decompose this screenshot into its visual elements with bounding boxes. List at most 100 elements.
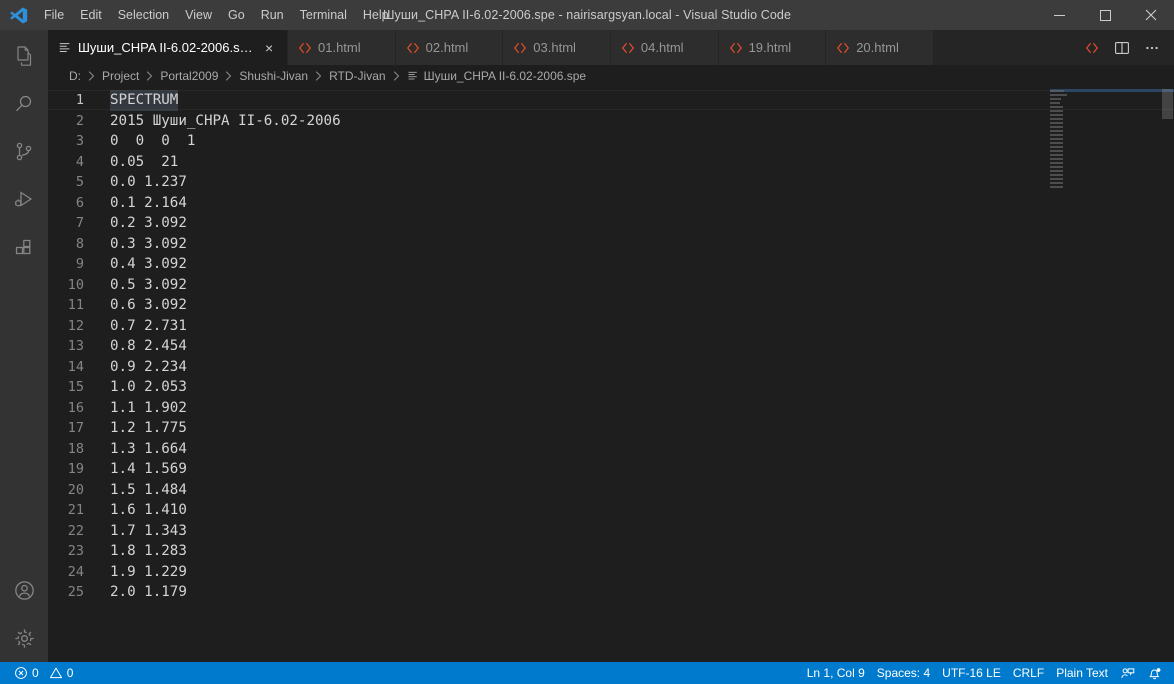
chevron-right-icon xyxy=(314,70,323,82)
code-line[interactable]: 10 0.5 3.092 xyxy=(48,275,1174,296)
code-line[interactable]: 1 SPECTRUM xyxy=(48,90,1174,111)
more-actions-button[interactable] xyxy=(1138,34,1166,62)
status-indentation[interactable]: Spaces: 4 xyxy=(871,662,936,684)
line-number: 25 xyxy=(67,584,84,600)
menu-view[interactable]: View xyxy=(177,0,220,30)
code-line[interactable]: 17 1.2 1.775 xyxy=(48,418,1174,439)
tab-bar: Шуши_CHPA II-6.02-2006.spe × 01.html × xyxy=(48,30,1174,65)
status-feedback-button[interactable] xyxy=(1114,662,1141,684)
code-content: 1 SPECTRUM 2 2015 Шуши_CHPA II-6.02-2006… xyxy=(48,87,1174,603)
editor-vertical-scrollbar[interactable] xyxy=(1160,87,1174,662)
html-file-icon xyxy=(513,41,527,55)
code-line[interactable]: 14 0.9 2.234 xyxy=(48,357,1174,378)
tab-02-html[interactable]: 02.html × xyxy=(395,30,504,65)
activitybar-item-settings[interactable] xyxy=(0,614,48,662)
activitybar-item-accounts[interactable] xyxy=(0,566,48,614)
scrollbar-thumb[interactable] xyxy=(1162,89,1173,119)
status-bar-left: 0 0 xyxy=(0,662,79,684)
tab-label: 04.html xyxy=(640,40,684,55)
activitybar-item-explorer[interactable] xyxy=(0,32,48,80)
split-editor-icon xyxy=(1114,40,1130,56)
overflow-html-icon[interactable] xyxy=(1078,34,1106,62)
line-text: 1.9 1.229 xyxy=(110,563,187,580)
activity-bar xyxy=(0,30,48,662)
status-problems[interactable]: 0 0 xyxy=(8,662,79,684)
code-line[interactable]: 11 0.6 3.092 xyxy=(48,295,1174,316)
status-encoding[interactable]: UTF-16 LE xyxy=(936,662,1007,684)
code-line[interactable]: 7 0.2 3.092 xyxy=(48,213,1174,234)
text-editor[interactable]: 1 SPECTRUM 2 2015 Шуши_CHPA II-6.02-2006… xyxy=(48,87,1174,662)
warning-count: 0 xyxy=(66,666,74,680)
menu-run[interactable]: Run xyxy=(253,0,292,30)
code-line[interactable]: 9 0.4 3.092 xyxy=(48,254,1174,275)
plain-text-file-icon xyxy=(58,41,72,55)
minimize-button[interactable] xyxy=(1036,0,1082,30)
line-text: 1.4 1.569 xyxy=(110,461,187,477)
error-icon xyxy=(14,666,28,680)
activitybar-item-run-debug[interactable] xyxy=(0,176,48,224)
code-line[interactable]: 21 1.6 1.410 xyxy=(48,500,1174,521)
source-control-icon xyxy=(12,140,36,164)
code-line[interactable]: 13 0.8 2.454 xyxy=(48,336,1174,357)
tab-01-html[interactable]: 01.html × xyxy=(288,30,396,65)
code-line[interactable]: 6 0.1 2.164 xyxy=(48,193,1174,214)
status-cursor-position[interactable]: Ln 1, Col 9 xyxy=(801,662,871,684)
code-line[interactable]: 23 1.8 1.283 xyxy=(48,541,1174,562)
line-text: 0 0 0 1 xyxy=(110,133,196,149)
code-line[interactable]: 22 1.7 1.343 xyxy=(48,521,1174,542)
menu-file[interactable]: File xyxy=(36,0,72,30)
line-number: 21 xyxy=(67,502,84,518)
code-line[interactable]: 24 1.9 1.229 xyxy=(48,562,1174,583)
status-language-mode[interactable]: Plain Text xyxy=(1050,662,1114,684)
account-icon xyxy=(12,578,37,603)
files-icon xyxy=(12,44,36,68)
line-text: 0.3 3.092 xyxy=(110,235,187,252)
code-line[interactable]: 12 0.7 2.731 xyxy=(48,316,1174,337)
close-button[interactable] xyxy=(1128,0,1174,30)
code-line[interactable]: 8 0.3 3.092 xyxy=(48,234,1174,255)
extensions-icon xyxy=(12,236,36,260)
menu-edit[interactable]: Edit xyxy=(72,0,110,30)
tab-03-html[interactable]: 03.html × xyxy=(503,30,611,65)
maximize-button[interactable] xyxy=(1082,0,1128,30)
html-file-icon xyxy=(621,41,635,55)
tab-04-html[interactable]: 04.html × xyxy=(610,30,719,65)
code-line[interactable]: 20 1.5 1.484 xyxy=(48,480,1174,501)
breadcrumb-item-portal2009[interactable]: Portal2009 xyxy=(158,69,220,83)
code-line[interactable]: 5 0.0 1.237 xyxy=(48,172,1174,193)
status-eol[interactable]: CRLF xyxy=(1007,662,1050,684)
line-text: 1.3 1.664 xyxy=(110,440,187,457)
code-line[interactable]: 15 1.0 2.053 xyxy=(48,377,1174,398)
status-bar-right: Ln 1, Col 9 Spaces: 4 UTF-16 LE CRLF Pla… xyxy=(801,662,1174,684)
vscode-logo xyxy=(0,6,36,25)
status-notifications-button[interactable] xyxy=(1141,662,1168,684)
menu-terminal[interactable]: Terminal xyxy=(292,0,355,30)
activitybar-item-extensions[interactable] xyxy=(0,224,48,272)
code-line[interactable]: 16 1.1 1.902 xyxy=(48,398,1174,419)
breadcrumb-item-rtd-jivan[interactable]: RTD-Jivan xyxy=(327,69,387,83)
menu-go[interactable]: Go xyxy=(220,0,253,30)
activitybar-item-search[interactable] xyxy=(0,80,48,128)
code-line[interactable]: 18 1.3 1.664 xyxy=(48,439,1174,460)
tab-close-button[interactable]: × xyxy=(261,40,277,56)
code-line[interactable]: 3 0 0 0 1 xyxy=(48,131,1174,152)
menu-help[interactable]: Help xyxy=(355,0,397,30)
activitybar-item-source-control[interactable] xyxy=(0,128,48,176)
split-editor-button[interactable] xyxy=(1108,34,1136,62)
line-number: 18 xyxy=(67,440,84,457)
tab-20-html[interactable]: 20.html × xyxy=(826,30,934,65)
tab-spe-file[interactable]: Шуши_CHPA II-6.02-2006.spe × xyxy=(48,30,288,65)
code-line[interactable]: 2 2015 Шуши_CHPA II-6.02-2006 xyxy=(48,111,1174,132)
line-text: 0.1 2.164 xyxy=(110,194,187,211)
breadcrumb-item-drive[interactable]: D: xyxy=(67,69,83,83)
breadcrumb-item-file[interactable]: Шуши_CHPA II-6.02-2006.spe xyxy=(405,69,589,83)
code-line[interactable]: 25 2.0 1.179 xyxy=(48,582,1174,603)
line-text: 1.6 1.410 xyxy=(110,502,187,518)
menu-selection[interactable]: Selection xyxy=(110,0,177,30)
line-text: 0.05 21 xyxy=(110,153,179,170)
code-line[interactable]: 4 0.05 21 xyxy=(48,152,1174,173)
breadcrumb-item-shushi-jivan[interactable]: Shushi-Jivan xyxy=(237,69,310,83)
breadcrumb-item-project[interactable]: Project xyxy=(100,69,141,83)
code-line[interactable]: 19 1.4 1.569 xyxy=(48,459,1174,480)
tab-19-html[interactable]: 19.html × xyxy=(718,30,827,65)
